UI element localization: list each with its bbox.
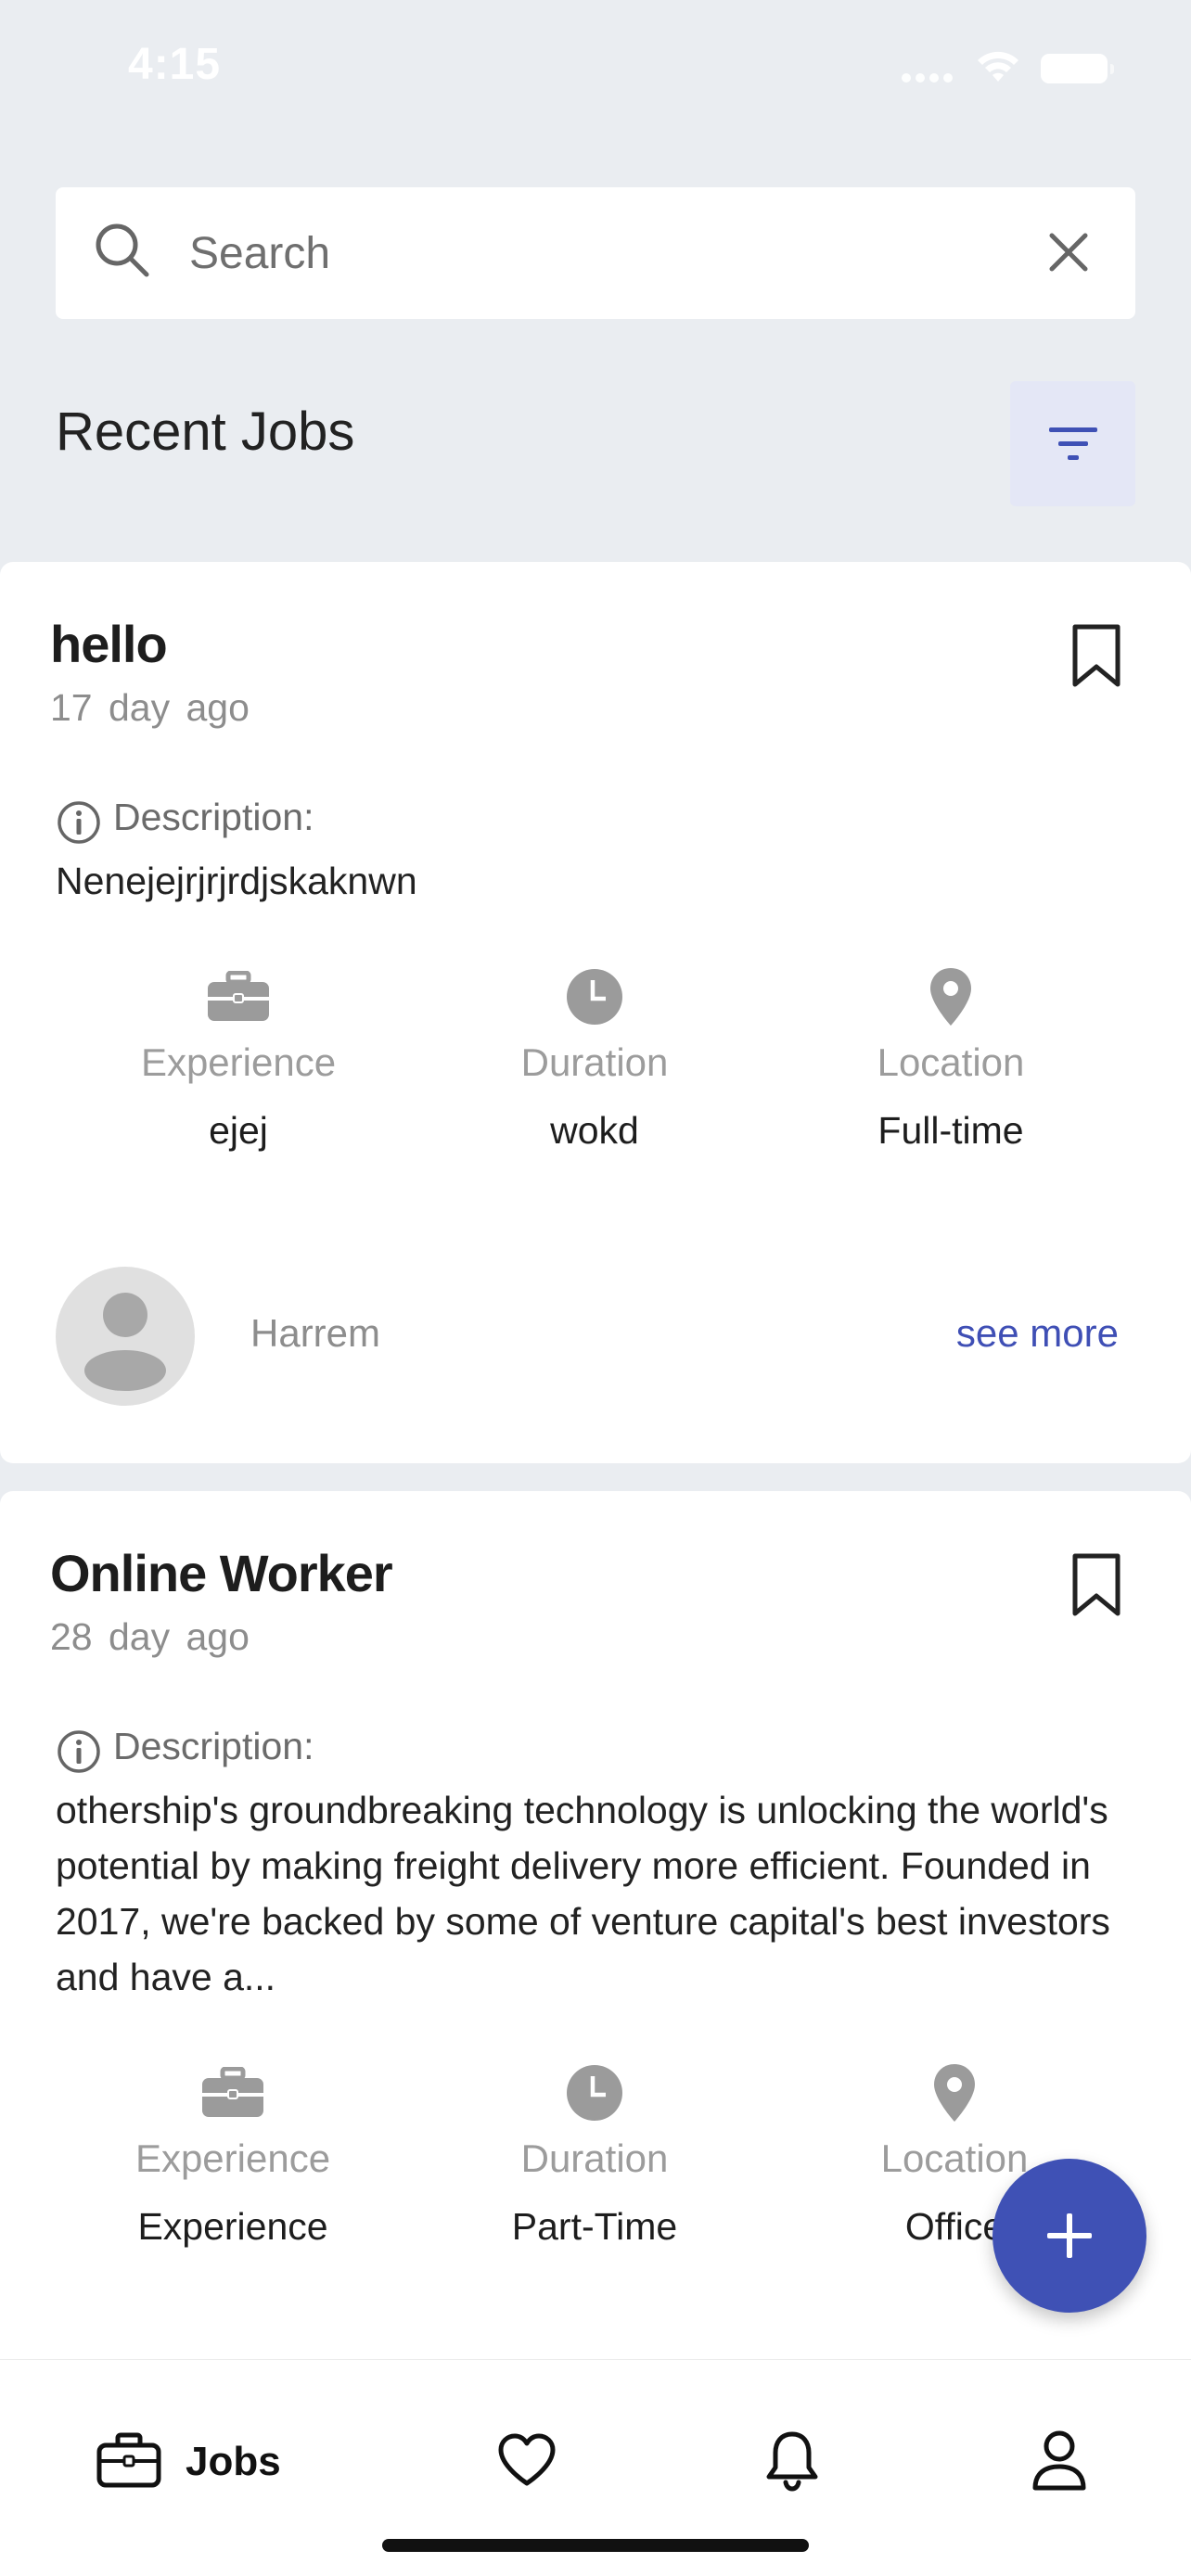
location-pin-icon (798, 964, 1104, 1029)
plus-icon (1047, 2213, 1092, 2258)
bell-icon (764, 2429, 820, 2496)
signal-icon (902, 70, 957, 83)
job-title: hello (50, 615, 168, 673)
meta-label: Duration (520, 1040, 669, 1084)
filter-button[interactable] (1010, 381, 1135, 506)
job-description: Nenejejrjrjrdjskaknwn (56, 860, 417, 902)
nav-item-notifications[interactable] (764, 2425, 820, 2499)
meta-value: Part-Time (511, 2205, 678, 2248)
meta-value: Experience (137, 2205, 328, 2248)
nav-item-profile[interactable] (1031, 2425, 1087, 2499)
job-description: othership's groundbreaking technology is… (56, 1789, 1110, 1998)
meta-location: Location Full-time (798, 964, 1104, 1153)
description-label: Description: (113, 796, 314, 838)
briefcase-icon (96, 2432, 161, 2493)
poster-name: Harrem (250, 1311, 381, 1355)
meta-value: Full-time (877, 1109, 1024, 1152)
job-posted-age: 28 day ago (50, 1615, 250, 1658)
nav-item-jobs[interactable]: Jobs (96, 2425, 281, 2499)
person-icon (1031, 2429, 1087, 2495)
info-icon (56, 799, 102, 850)
status-bar: 4:15 (0, 0, 1191, 130)
wifi-icon (974, 48, 1022, 90)
meta-label: Experience (134, 2136, 331, 2180)
bookmark-icon[interactable] (1070, 1552, 1122, 1624)
job-title: Online Worker (50, 1544, 393, 1602)
meta-label: Duration (520, 2136, 669, 2180)
add-job-button[interactable] (992, 2159, 1146, 2313)
see-more-link[interactable]: see more (956, 1311, 1119, 1356)
nav-item-favorites[interactable] (497, 2425, 557, 2499)
meta-experience: Experience Experience (80, 2060, 386, 2249)
search-input[interactable] (189, 213, 1024, 293)
search-icon (93, 221, 152, 285)
battery-icon (1041, 54, 1114, 83)
meta-duration: Duration wokd (442, 964, 748, 1153)
meta-experience: Experience ejej (85, 964, 391, 1153)
nav-item-label: Jobs (186, 2439, 281, 2484)
briefcase-icon (80, 2060, 386, 2125)
bookmark-icon[interactable] (1070, 623, 1122, 695)
location-pin-icon (801, 2060, 1108, 2125)
meta-value: ejej (209, 1109, 268, 1152)
briefcase-icon (85, 964, 391, 1029)
meta-duration: Duration Part-Time (442, 2060, 748, 2249)
home-indicator (382, 2539, 809, 2552)
meta-label: Location (877, 1040, 1025, 1084)
search-bar (56, 187, 1135, 319)
close-icon[interactable] (1043, 226, 1095, 283)
job-card[interactable]: hello 17 day ago Description: Nenejejrjr… (0, 562, 1191, 1463)
description-label: Description: (113, 1725, 314, 1767)
meta-label: Experience (140, 1040, 337, 1084)
filter-icon (1049, 427, 1097, 460)
info-icon (56, 1728, 102, 1779)
status-time: 4:15 (128, 40, 222, 89)
clock-icon (442, 964, 748, 1029)
heart-icon (497, 2432, 557, 2493)
section-title: Recent Jobs (56, 402, 355, 462)
clock-icon (442, 2060, 748, 2125)
job-posted-age: 17 day ago (50, 686, 250, 729)
meta-value: wokd (550, 1109, 639, 1152)
avatar (56, 1267, 195, 1406)
